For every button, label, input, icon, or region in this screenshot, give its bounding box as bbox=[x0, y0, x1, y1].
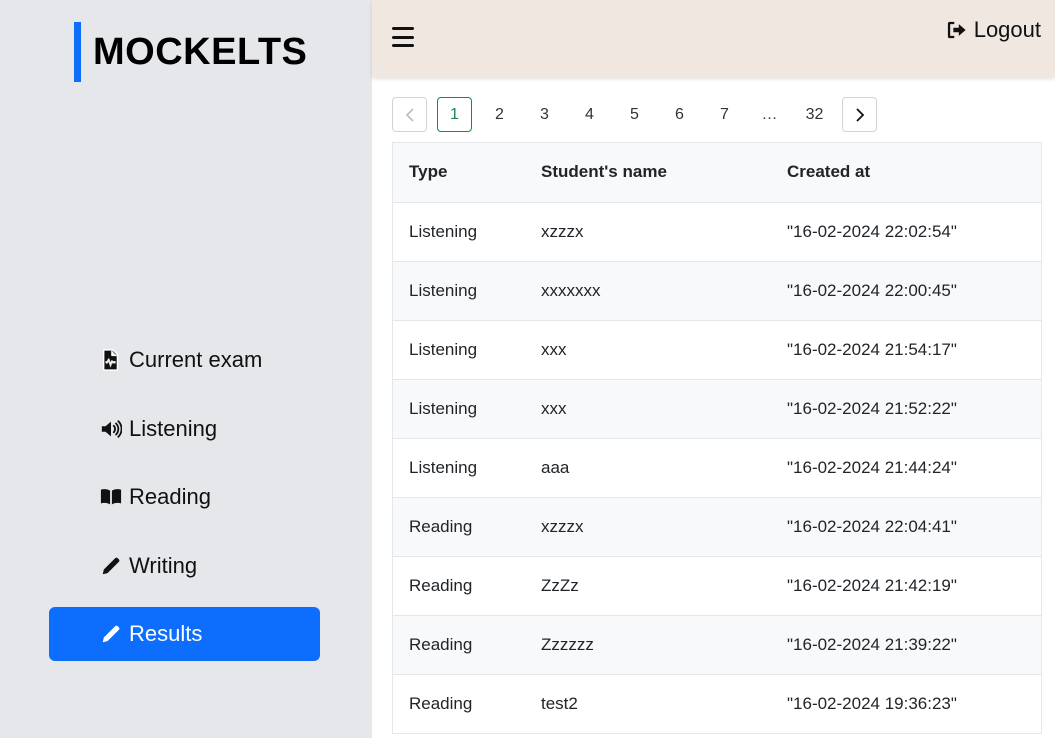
sidebar-nav: Current exam Listening Reading Writing R… bbox=[49, 333, 320, 676]
cell-name: xxx bbox=[525, 379, 771, 439]
cell-name: ZzZz bbox=[525, 556, 771, 616]
sidebar-item-label: Current exam bbox=[129, 347, 263, 372]
logout-button[interactable]: Logout bbox=[946, 17, 1041, 43]
cell-created: "16-02-2024 21:54:17" bbox=[771, 320, 1041, 380]
page-button[interactable]: 32 bbox=[797, 97, 832, 132]
chevron-right-icon bbox=[855, 107, 864, 122]
table-row[interactable]: Listening xxxxxxx "16-02-2024 22:00:45" bbox=[393, 261, 1041, 321]
sidebar-item-current-exam[interactable]: Current exam bbox=[49, 333, 320, 387]
cell-type: Listening bbox=[393, 320, 525, 380]
sidebar: MOCKELTS Current exam Listening Reading … bbox=[0, 0, 372, 738]
cell-created: "16-02-2024 21:42:19" bbox=[771, 556, 1041, 616]
chevron-left-icon bbox=[405, 107, 414, 122]
column-header-created[interactable]: Created at bbox=[771, 143, 1041, 203]
logo-text: MOCKELTS bbox=[93, 30, 308, 73]
prev-page-button[interactable] bbox=[392, 97, 427, 132]
table-row[interactable]: Reading Zzzzzz "16-02-2024 21:39:22" bbox=[393, 615, 1041, 675]
sidebar-item-results[interactable]: Results bbox=[49, 607, 320, 662]
cell-type: Listening bbox=[393, 261, 525, 321]
page-button[interactable]: 5 bbox=[617, 97, 652, 132]
sidebar-item-writing[interactable]: Writing bbox=[49, 539, 320, 593]
table-row[interactable]: Listening xxx "16-02-2024 21:54:17" bbox=[393, 320, 1041, 380]
top-bar: Logout bbox=[372, 0, 1055, 77]
page-button[interactable]: 2 bbox=[482, 97, 517, 132]
cell-created: "16-02-2024 19:36:23" bbox=[771, 674, 1041, 734]
cell-name: aaa bbox=[525, 438, 771, 498]
cell-created: "16-02-2024 22:00:45" bbox=[771, 261, 1041, 321]
cell-created: "16-02-2024 21:44:24" bbox=[771, 438, 1041, 498]
table-row[interactable]: Reading ZzZz "16-02-2024 21:42:19" bbox=[393, 556, 1041, 616]
cell-name: xxx bbox=[525, 320, 771, 380]
cell-type: Listening bbox=[393, 379, 525, 439]
page-button[interactable]: 7 bbox=[707, 97, 742, 132]
cell-type: Listening bbox=[393, 202, 525, 262]
page-button[interactable]: 3 bbox=[527, 97, 562, 132]
hamburger-icon[interactable] bbox=[392, 27, 414, 47]
cell-created: "16-02-2024 22:02:54" bbox=[771, 202, 1041, 262]
cell-name: xzzzx bbox=[525, 202, 771, 262]
file-audio-icon bbox=[99, 348, 123, 372]
logout-label: Logout bbox=[973, 17, 1041, 42]
page-button[interactable]: 4 bbox=[572, 97, 607, 132]
cell-type: Listening bbox=[393, 438, 525, 498]
pencil-icon bbox=[99, 622, 123, 646]
cell-type: Reading bbox=[393, 497, 525, 557]
pagination: 1 2 3 4 5 6 7 … 32 bbox=[392, 97, 887, 132]
sidebar-item-label: Writing bbox=[129, 552, 198, 578]
sidebar-item-listening[interactable]: Listening bbox=[49, 402, 320, 456]
table-row[interactable]: Listening xxx "16-02-2024 21:52:22" bbox=[393, 379, 1041, 439]
cell-type: Reading bbox=[393, 615, 525, 675]
table-row[interactable]: Listening xzzzx "16-02-2024 22:02:54" bbox=[393, 202, 1041, 262]
cell-type: Reading bbox=[393, 556, 525, 616]
next-page-button[interactable] bbox=[842, 97, 877, 132]
volume-icon bbox=[99, 417, 123, 441]
cell-type: Reading bbox=[393, 674, 525, 734]
cell-name: Zzzzzz bbox=[525, 615, 771, 675]
table-row[interactable]: Listening aaa "16-02-2024 21:44:24" bbox=[393, 438, 1041, 498]
page-button-current[interactable]: 1 bbox=[437, 97, 472, 132]
results-table: Type Student's name Created at Listening… bbox=[392, 142, 1042, 734]
sign-out-icon bbox=[947, 21, 966, 39]
book-open-icon bbox=[99, 485, 123, 509]
page-button[interactable]: 6 bbox=[662, 97, 697, 132]
cell-created: "16-02-2024 21:39:22" bbox=[771, 615, 1041, 675]
logo[interactable]: MOCKELTS bbox=[74, 22, 307, 82]
sidebar-item-label: Listening bbox=[129, 415, 218, 441]
cell-name: xzzzx bbox=[525, 497, 771, 557]
column-header-type[interactable]: Type bbox=[393, 143, 525, 203]
pencil-icon bbox=[99, 554, 123, 578]
cell-created: "16-02-2024 22:04:41" bbox=[771, 497, 1041, 557]
sidebar-item-reading[interactable]: Reading bbox=[49, 470, 320, 524]
table-header-row: Type Student's name Created at bbox=[393, 143, 1041, 203]
cell-name: test2 bbox=[525, 674, 771, 734]
page-ellipsis[interactable]: … bbox=[752, 97, 787, 132]
sidebar-item-label: Reading bbox=[129, 484, 211, 510]
table-row[interactable]: Reading test2 "16-02-2024 19:36:23" bbox=[393, 674, 1041, 734]
table-row[interactable]: Reading xzzzx "16-02-2024 22:04:41" bbox=[393, 497, 1041, 557]
cell-name: xxxxxxx bbox=[525, 261, 771, 321]
column-header-name[interactable]: Student's name bbox=[525, 143, 771, 203]
cell-created: "16-02-2024 21:52:22" bbox=[771, 379, 1041, 439]
sidebar-item-label: Results bbox=[129, 621, 203, 647]
